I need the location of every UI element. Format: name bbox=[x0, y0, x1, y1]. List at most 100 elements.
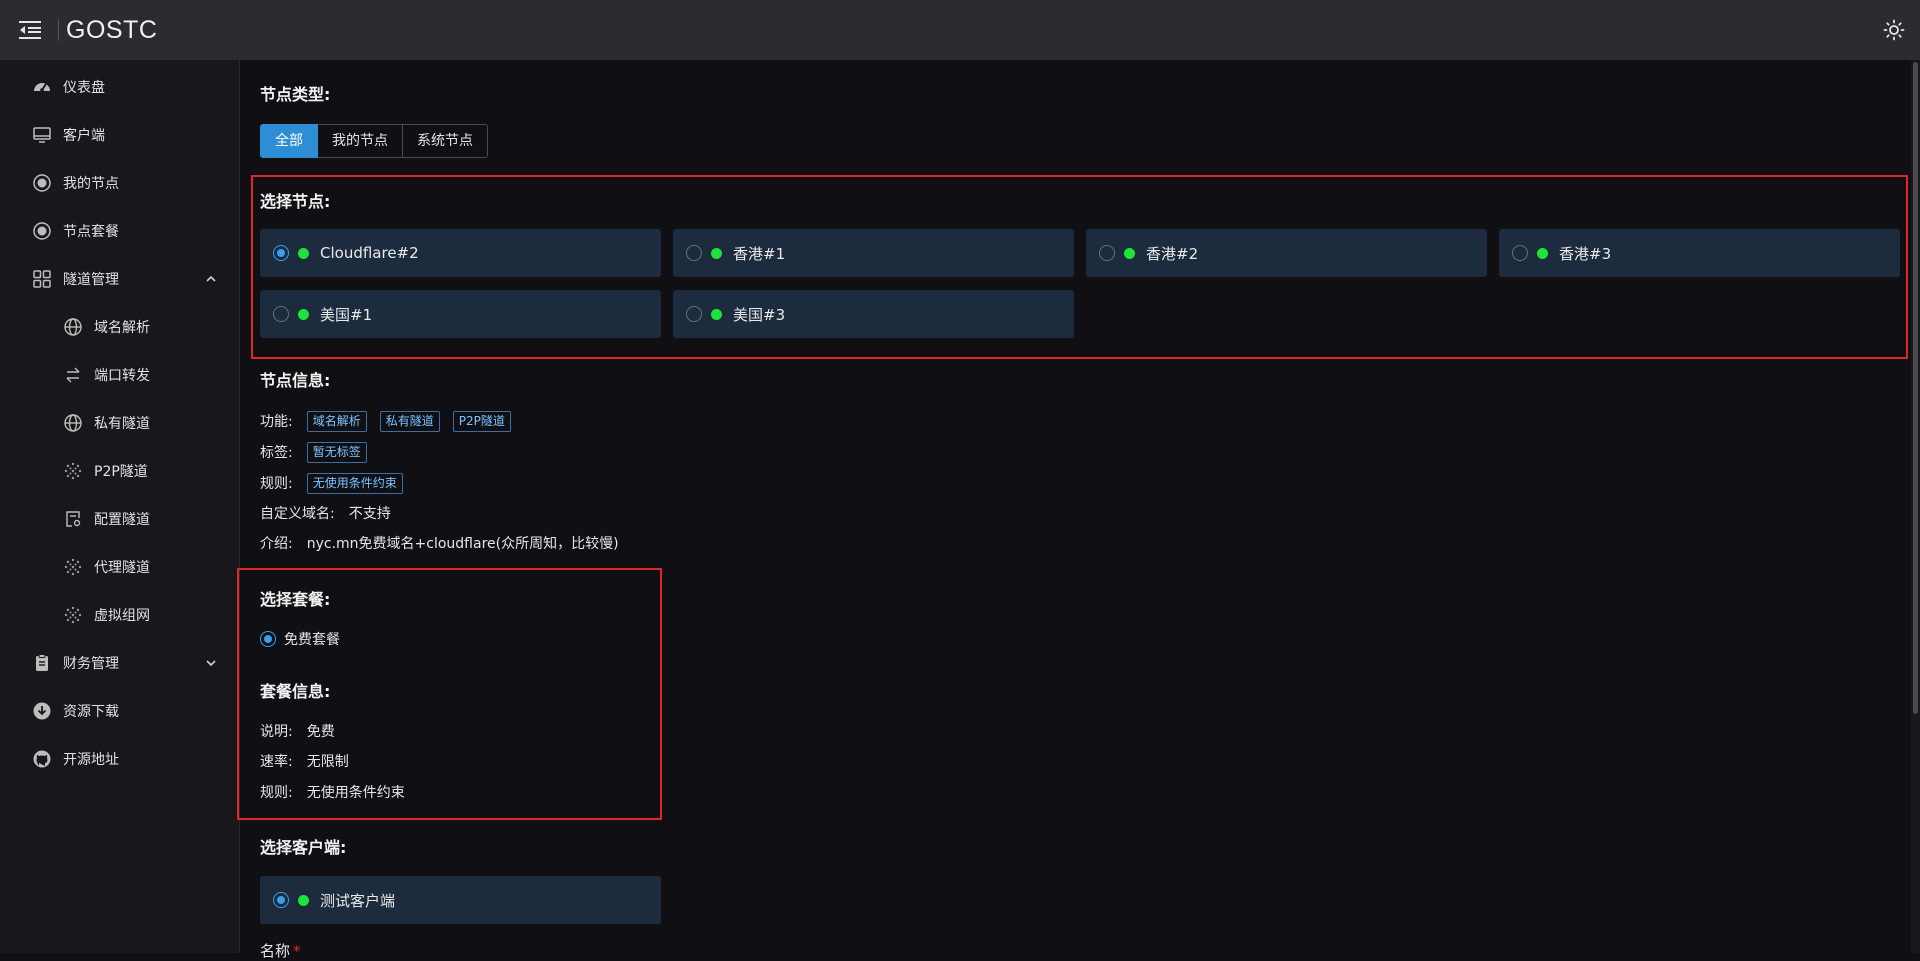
node-card[interactable]: Cloudflare#2 bbox=[260, 229, 661, 277]
online-status-dot bbox=[298, 894, 309, 906]
globe-icon bbox=[63, 317, 83, 337]
node-card[interactable]: 美国#3 bbox=[673, 290, 1074, 338]
chevron-down-icon bbox=[203, 655, 219, 671]
node-name: 美国#3 bbox=[733, 305, 786, 324]
tags-label: 标签: bbox=[260, 445, 293, 461]
sidebar-item-tunnel-management[interactable]: 隧道管理 bbox=[0, 259, 239, 299]
radio-selected[interactable] bbox=[273, 245, 289, 261]
sidebar-item-label: 私有隧道 bbox=[94, 416, 150, 432]
sidebar-item-private-tunnel[interactable]: 私有隧道 bbox=[0, 403, 239, 443]
node-type-option-all[interactable]: 全部 bbox=[260, 124, 318, 158]
online-status-dot bbox=[711, 247, 722, 259]
sidebar-item-node-packages[interactable]: 节点套餐 bbox=[0, 211, 239, 251]
sidebar-item-virtual-network[interactable]: 虚拟组网 bbox=[0, 595, 239, 635]
node-icon bbox=[32, 173, 52, 193]
rule-tag: 无使用条件约束 bbox=[306, 472, 403, 494]
sidebar-item-label: 域名解析 bbox=[94, 320, 150, 336]
radio-unselected[interactable] bbox=[273, 306, 289, 322]
desc-label: 说明: bbox=[260, 724, 293, 740]
radio-selected[interactable] bbox=[273, 892, 289, 908]
package-desc-row: 说明: 免费 bbox=[260, 720, 335, 742]
custom-domain-label: 自定义域名: bbox=[260, 506, 335, 522]
chevron-up-icon bbox=[203, 271, 219, 287]
github-icon bbox=[32, 749, 52, 769]
package-rules-label: 规则: bbox=[260, 785, 293, 801]
online-status-dot bbox=[298, 247, 309, 259]
radio-selected[interactable] bbox=[260, 631, 276, 647]
node-card[interactable]: 香港#3 bbox=[1499, 229, 1900, 277]
node-card[interactable]: 香港#2 bbox=[1086, 229, 1487, 277]
node-features-row: 功能: 域名解析 私有隧道 P2P隧道 bbox=[260, 410, 524, 432]
sidebar-item-clients[interactable]: 客户端 bbox=[0, 115, 239, 155]
package-rules-row: 规则: 无使用条件约束 bbox=[260, 781, 405, 803]
node-icon bbox=[32, 221, 52, 241]
sidebar-item-source-code[interactable]: 开源地址 bbox=[0, 739, 239, 779]
node-intro-row: 介绍: nyc.mn免费域名+cloudflare(众所周知，比较慢) bbox=[260, 532, 619, 554]
sidebar-item-domain-resolve[interactable]: 域名解析 bbox=[0, 307, 239, 347]
feature-tag: P2P隧道 bbox=[452, 410, 511, 432]
rules-label: 规则: bbox=[260, 476, 293, 492]
sidebar-item-label: P2P隧道 bbox=[94, 464, 148, 480]
dots-icon bbox=[63, 557, 83, 577]
package-rules-value: 无使用条件约束 bbox=[306, 785, 405, 801]
client-card[interactable]: 测试客户端 bbox=[260, 876, 661, 924]
sidebar-item-downloads[interactable]: 资源下载 bbox=[0, 691, 239, 731]
features-label: 功能: bbox=[260, 414, 293, 430]
package-select-heading: 选择套餐: bbox=[260, 590, 331, 609]
sidebar-item-label: 客户端 bbox=[63, 128, 105, 144]
node-tag: 暂无标签 bbox=[306, 441, 367, 463]
sidebar-item-proxy-tunnel[interactable]: 代理隧道 bbox=[0, 547, 239, 587]
node-name: 香港#1 bbox=[733, 244, 786, 263]
menu-collapse-icon[interactable] bbox=[0, 0, 60, 60]
sidebar-item-label: 仪表盘 bbox=[63, 80, 105, 96]
feature-tag: 域名解析 bbox=[306, 410, 367, 432]
sidebar-item-finance[interactable]: 财务管理 bbox=[0, 643, 239, 683]
node-info-heading: 节点信息: bbox=[260, 371, 331, 390]
node-card[interactable]: 美国#1 bbox=[260, 290, 661, 338]
package-option-free[interactable]: 免费套餐 bbox=[260, 629, 340, 649]
dashboard-icon bbox=[32, 77, 52, 97]
node-card[interactable]: 香港#1 bbox=[673, 229, 1074, 277]
theme-toggle-sun-icon[interactable] bbox=[1882, 18, 1906, 42]
client-select-heading: 选择客户端: bbox=[260, 838, 347, 857]
node-name: 美国#1 bbox=[320, 305, 373, 324]
radio-unselected[interactable] bbox=[686, 245, 702, 261]
desc-value: 免费 bbox=[306, 724, 335, 740]
rate-label: 速率: bbox=[260, 754, 293, 770]
sidebar-item-my-nodes[interactable]: 我的节点 bbox=[0, 163, 239, 203]
sidebar-item-label: 虚拟组网 bbox=[94, 608, 150, 624]
dots-icon bbox=[63, 605, 83, 625]
sidebar-item-label: 开源地址 bbox=[63, 752, 119, 768]
package-rate-row: 速率: 无限制 bbox=[260, 750, 349, 772]
sidebar-item-label: 端口转发 bbox=[94, 368, 150, 384]
sidebar-item-config-tunnel[interactable]: 配置隧道 bbox=[0, 499, 239, 539]
config-icon bbox=[63, 509, 83, 529]
sidebar-item-label: 配置隧道 bbox=[94, 512, 150, 528]
grid-icon bbox=[32, 269, 52, 289]
swap-icon bbox=[63, 365, 83, 385]
node-tags-row: 标签: 暂无标签 bbox=[260, 441, 380, 463]
sidebar-item-label: 资源下载 bbox=[63, 704, 119, 720]
online-status-dot bbox=[711, 308, 722, 320]
radio-unselected[interactable] bbox=[686, 306, 702, 322]
clipboard-icon bbox=[32, 653, 52, 673]
node-name: 香港#2 bbox=[1146, 244, 1199, 263]
node-type-segmented-control: 全部 我的节点 系统节点 bbox=[260, 124, 488, 158]
radio-unselected[interactable] bbox=[1512, 245, 1528, 261]
intro-label: 介绍: bbox=[260, 536, 293, 552]
download-icon bbox=[32, 701, 52, 721]
node-type-option-system[interactable]: 系统节点 bbox=[403, 124, 488, 158]
node-type-option-mine[interactable]: 我的节点 bbox=[318, 124, 403, 158]
node-custom-domain-row: 自定义域名: 不支持 bbox=[260, 502, 391, 524]
scrollbar-thumb[interactable] bbox=[1913, 62, 1918, 714]
name-field-label: 名称 * bbox=[260, 940, 301, 961]
sidebar-item-port-forward[interactable]: 端口转发 bbox=[0, 355, 239, 395]
node-rules-row: 规则: 无使用条件约束 bbox=[260, 472, 416, 494]
radio-unselected[interactable] bbox=[1099, 245, 1115, 261]
online-status-dot bbox=[1537, 247, 1548, 259]
sidebar-item-p2p-tunnel[interactable]: P2P隧道 bbox=[0, 451, 239, 491]
node-type-heading: 节点类型: bbox=[260, 85, 331, 104]
feature-tag: 私有隧道 bbox=[379, 410, 440, 432]
package-option-label: 免费套餐 bbox=[284, 632, 340, 648]
sidebar-item-dashboard[interactable]: 仪表盘 bbox=[0, 67, 239, 107]
